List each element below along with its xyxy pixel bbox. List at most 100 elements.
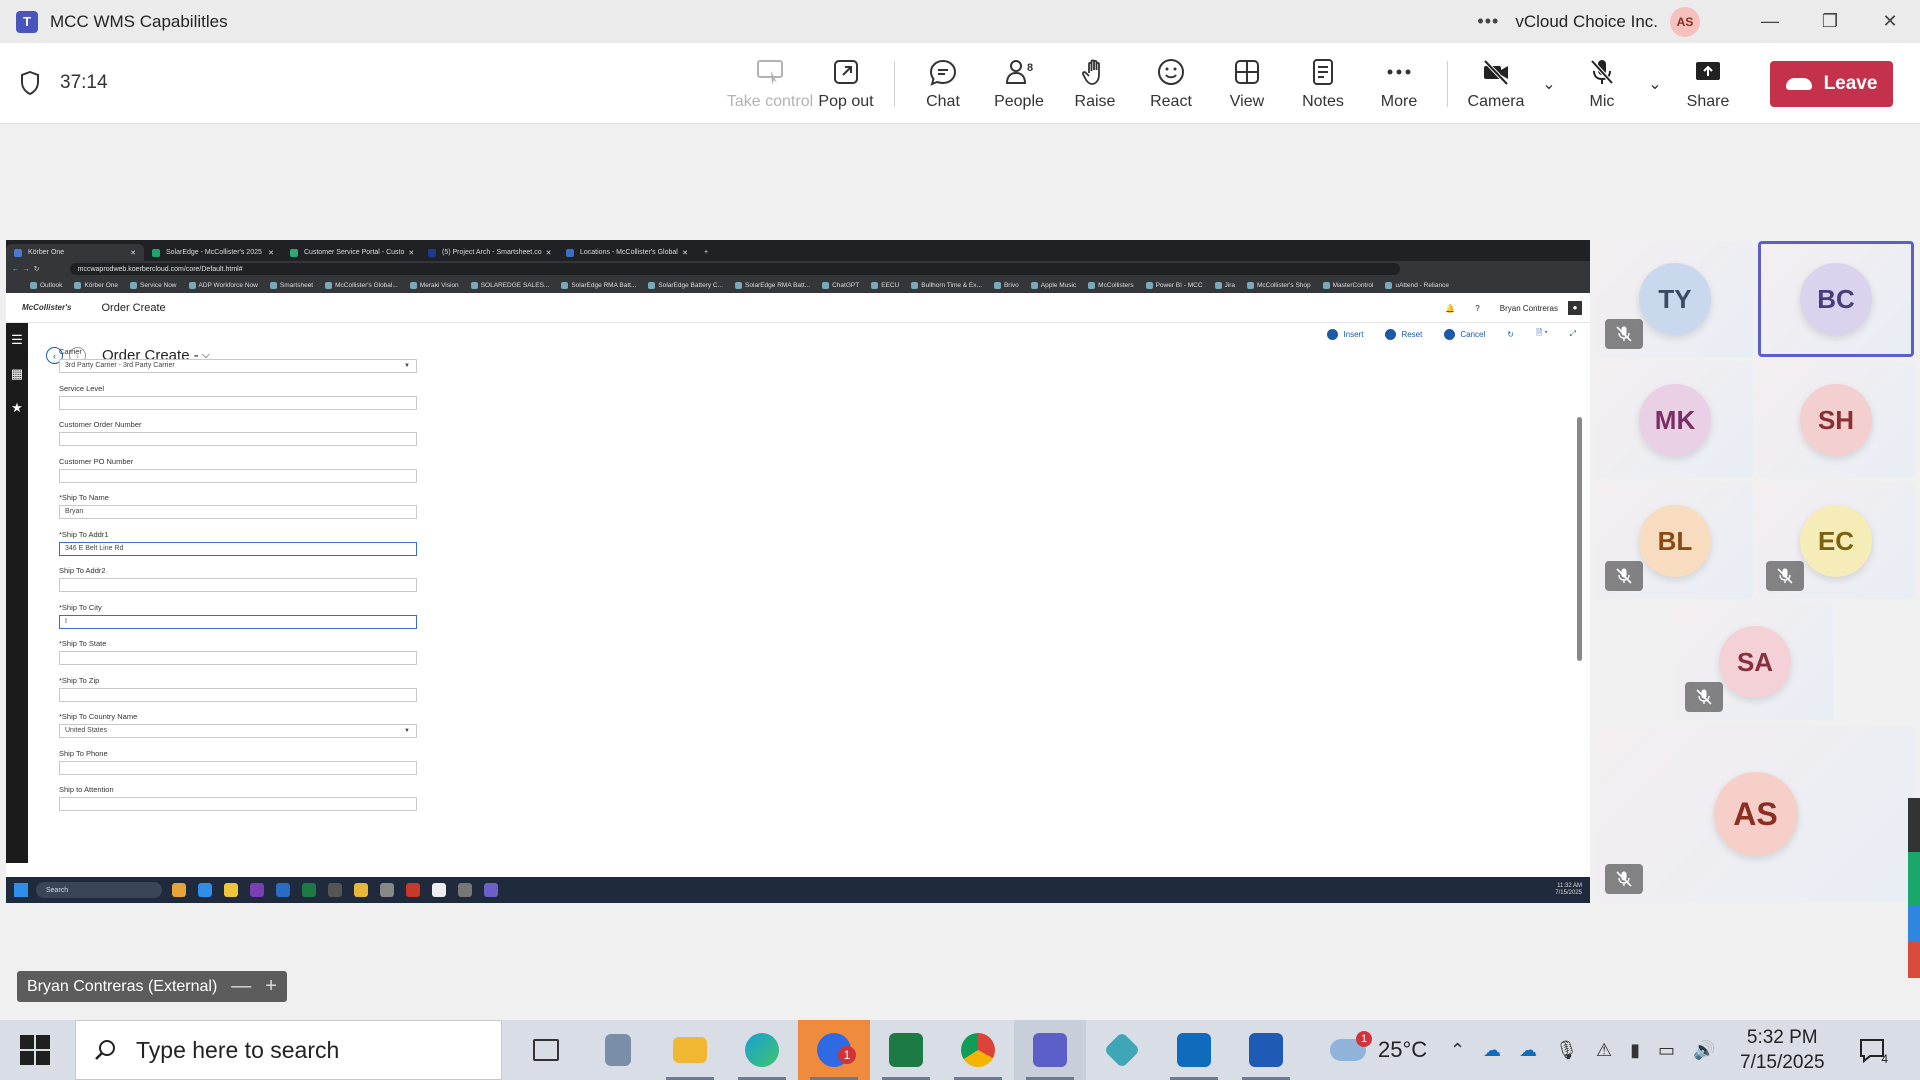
network-status-icon[interactable]: ⚠ — [1596, 1040, 1612, 1061]
people-button[interactable]: 8 People — [981, 43, 1057, 124]
minimize-icon[interactable]: — — [1740, 0, 1800, 43]
bookmark-item[interactable]: Power BI - MCC — [1145, 281, 1203, 289]
apps-grid-icon[interactable]: ▦ — [6, 357, 28, 391]
calculator-icon[interactable] — [328, 883, 342, 897]
tab-close-icon[interactable]: ✕ — [678, 249, 688, 257]
participant-tile[interactable]: EC — [1758, 483, 1914, 599]
field-select[interactable]: 3rd Party Carrier - 3rd Party Carrier ▼ — [59, 359, 417, 373]
raise-hand-button[interactable]: Raise — [1057, 43, 1133, 124]
participant-tile[interactable]: MK — [1597, 362, 1753, 478]
bookmark-item[interactable]: EECU — [871, 281, 899, 289]
bookmark-item[interactable]: Bullhorn Time & Ex... — [911, 281, 982, 289]
more-button[interactable]: More — [1361, 43, 1437, 124]
display-icon[interactable]: ▭ — [1658, 1040, 1675, 1061]
url-field[interactable]: mccwaprodweb.koerbercloud.com/core/Defau… — [69, 263, 1400, 275]
show-hidden-icons-chevron-up-icon[interactable]: ⌃ — [1450, 1040, 1465, 1061]
tab-close-icon[interactable]: ✕ — [542, 249, 552, 257]
bookmark-item[interactable]: Meraki Vision — [409, 281, 459, 289]
bookmark-item[interactable]: SOLAREDGE SALES... — [470, 281, 549, 289]
star-icon[interactable]: ★ — [6, 391, 28, 425]
view-button[interactable]: View — [1209, 43, 1285, 124]
bookmark-item[interactable]: ADP Workforce Now — [188, 281, 258, 289]
bookmark-item[interactable]: Service Now — [130, 281, 177, 289]
react-button[interactable]: React — [1133, 43, 1209, 124]
menu-icon[interactable]: ☰ — [6, 323, 28, 357]
bookmark-item[interactable]: Smartsheet — [269, 281, 313, 289]
participant-tile[interactable]: BL — [1597, 483, 1753, 599]
battery-icon[interactable]: ▮ — [1630, 1040, 1640, 1061]
help-icon[interactable]: ? — [1475, 304, 1479, 313]
user-icon[interactable]: ● — [1568, 301, 1582, 315]
reload-icon[interactable]: ↻ — [34, 265, 40, 273]
bookmark-item[interactable]: McCollister's Global... — [325, 281, 398, 289]
user-name[interactable]: Bryan Contreras — [1500, 304, 1558, 313]
folder-icon[interactable] — [224, 883, 238, 897]
zoom-out-icon[interactable]: — — [231, 975, 251, 998]
participant-tile[interactable]: BC — [1758, 241, 1914, 357]
field-input[interactable] — [59, 395, 417, 410]
browser-tab[interactable]: Körber One ✕ — [6, 244, 144, 261]
bookmark-item[interactable]: SolarEdge RMA Batt... — [735, 281, 810, 289]
field-input[interactable] — [59, 468, 417, 483]
microphone-icon[interactable]: 🎙 — [1555, 1040, 1578, 1061]
excel-icon[interactable] — [870, 1020, 942, 1080]
browser-tab[interactable]: (5) Project Arch - Smartsheet.co ✕ — [420, 244, 558, 261]
scrollbar-thumb[interactable] — [1577, 417, 1582, 661]
onenote-icon[interactable] — [250, 883, 264, 897]
browser-tab[interactable]: SolarEdge - McCollister's 2025 ✕ — [144, 244, 282, 261]
pdf-icon[interactable] — [406, 883, 420, 897]
participant-tile[interactable]: SH — [1758, 362, 1914, 478]
sticky-notes-icon[interactable] — [354, 883, 368, 897]
tab-close-icon[interactable]: ✕ — [404, 249, 414, 257]
bookmark-item[interactable]: ChatGPT — [822, 281, 859, 289]
calculator-icon[interactable] — [582, 1020, 654, 1080]
bookmark-item[interactable]: McCollister's Shop — [1247, 281, 1311, 289]
settings-icon[interactable] — [458, 883, 472, 897]
file-explorer-icon[interactable] — [654, 1020, 726, 1080]
bookmark-item[interactable]: SolarEdge Battery C... — [648, 281, 723, 289]
field-input[interactable] — [59, 651, 417, 665]
participant-tile[interactable]: AS — [1597, 726, 1914, 902]
system-clock[interactable]: 5:32 PM 7/15/2025 — [1740, 1020, 1825, 1080]
edge-icon[interactable] — [726, 1020, 798, 1080]
scrollbar[interactable] — [1577, 359, 1582, 789]
word-icon[interactable] — [1230, 1020, 1302, 1080]
chrome-icon[interactable] — [172, 883, 186, 897]
outlook-icon[interactable] — [1158, 1020, 1230, 1080]
tab-close-icon[interactable]: ✕ — [126, 249, 136, 257]
bookmark-item[interactable]: Brivo — [993, 281, 1019, 289]
take-control-button[interactable]: Take control — [727, 43, 813, 124]
bookmark-item[interactable]: Apple Music — [1030, 281, 1076, 289]
mic-button[interactable]: Mic — [1564, 43, 1640, 124]
field-input[interactable] — [59, 687, 417, 702]
field-input[interactable] — [59, 432, 417, 446]
mic-options-chevron-down-icon[interactable]: ⌄ — [1640, 74, 1670, 94]
new-tab-icon[interactable]: + — [696, 244, 716, 261]
field-input[interactable]: I — [59, 614, 417, 629]
participant-tile[interactable]: SA — [1677, 604, 1833, 720]
cancel-button[interactable]: Cancel — [1444, 328, 1485, 340]
bookmark-item[interactable]: Jira — [1214, 281, 1235, 289]
notification-center-icon[interactable]: 4 — [1858, 1036, 1888, 1066]
leave-button[interactable]: Leave — [1770, 61, 1893, 107]
zoom-in-icon[interactable]: + — [265, 975, 277, 998]
taskbar-search-box[interactable]: Type here to search — [75, 1020, 502, 1080]
outlook-icon[interactable] — [276, 883, 290, 897]
pop-out-button[interactable]: Pop out — [808, 43, 884, 124]
browser-tab[interactable]: Customer Service Portal - Custo ✕ — [282, 244, 420, 261]
browser-tab[interactable]: Locations - McCollister's Global ✕ — [558, 244, 696, 261]
notepad-icon[interactable] — [432, 883, 446, 897]
field-input[interactable]: 346 E Belt Line Rd — [59, 541, 417, 556]
restore-icon[interactable]: ❐ — [1800, 0, 1860, 43]
windows-start-icon[interactable] — [14, 883, 28, 897]
app-diamond-icon[interactable] — [1086, 1020, 1158, 1080]
chrome-icon[interactable] — [942, 1020, 1014, 1080]
edge-icon[interactable] — [198, 883, 212, 897]
task-view-icon[interactable] — [510, 1020, 582, 1080]
shared-search-box[interactable]: Search — [36, 882, 162, 898]
field-input[interactable]: Bryan — [59, 505, 417, 519]
tab-close-icon[interactable]: ✕ — [264, 249, 274, 257]
bookmark-item[interactable]: SolarEdge RMA Batt... — [561, 281, 636, 289]
weather-widget[interactable]: 1 25°C — [1330, 1020, 1427, 1080]
more-options-icon[interactable]: ••• — [1477, 11, 1499, 32]
